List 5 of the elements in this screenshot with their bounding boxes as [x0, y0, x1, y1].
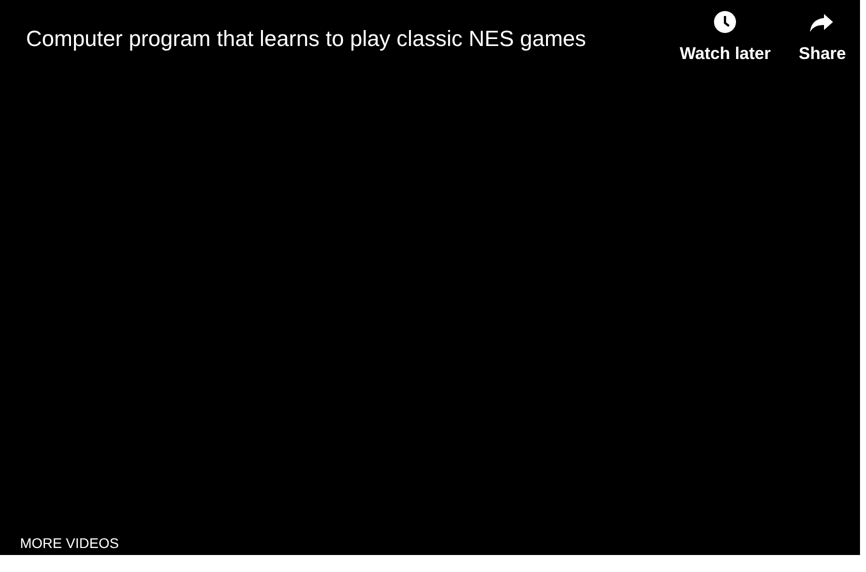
- video-title: Computer program that learns to play classic NES games: [26, 26, 586, 52]
- clock-icon: [713, 10, 738, 34]
- watch-later-button[interactable]: Watch later: [680, 10, 771, 64]
- share-button[interactable]: Share: [798, 10, 846, 64]
- more-videos-button[interactable]: MORE VIDEOS: [20, 535, 119, 551]
